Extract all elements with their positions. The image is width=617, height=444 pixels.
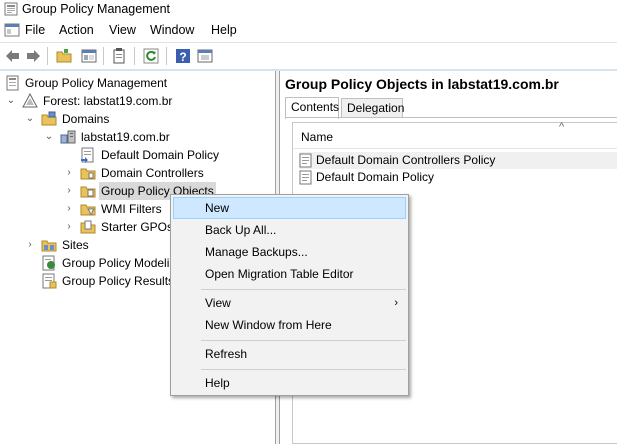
collapse-chevron-icon[interactable]: ⌄ bbox=[25, 110, 35, 128]
page-title: Group Policy Objects in labstat19.com.br bbox=[285, 76, 559, 92]
list-header[interactable]: Name ^ bbox=[293, 121, 617, 149]
tree-label: WMI Filters bbox=[101, 202, 162, 216]
menu-item-view-label: View bbox=[205, 296, 231, 310]
modeling-icon bbox=[42, 255, 55, 271]
results-icon bbox=[42, 273, 57, 289]
menu-item-open-migration-table-editor[interactable]: Open Migration Table Editor bbox=[173, 263, 406, 285]
show-hide-tree-icon[interactable] bbox=[80, 47, 98, 65]
starter-gpo-icon bbox=[80, 220, 96, 234]
tree-label: Domain Controllers bbox=[101, 166, 204, 180]
column-header-name[interactable]: Name bbox=[301, 130, 333, 144]
toolbar-separator bbox=[134, 47, 135, 65]
tree-label: Group Policy Results bbox=[62, 274, 175, 288]
menu-item-view[interactable]: View › bbox=[173, 292, 406, 314]
expand-chevron-icon[interactable]: › bbox=[64, 218, 74, 236]
menu-separator bbox=[201, 369, 406, 370]
submenu-arrow-icon: › bbox=[394, 297, 398, 309]
menu-action[interactable]: Action bbox=[59, 23, 94, 37]
menu-help[interactable]: Help bbox=[211, 23, 237, 37]
ou-folder-icon bbox=[80, 168, 96, 180]
svg-text:?: ? bbox=[179, 50, 186, 64]
collapse-chevron-icon[interactable]: ⌄ bbox=[44, 128, 54, 146]
list-item[interactable]: Default Domain Controllers Policy bbox=[299, 152, 617, 169]
menu-item-back-up-all[interactable]: Back Up All... bbox=[173, 219, 406, 241]
tab-divider bbox=[285, 117, 617, 118]
tree-label: Starter GPOs bbox=[101, 220, 174, 234]
wmi-folder-icon bbox=[80, 204, 96, 216]
console-menu-icon[interactable] bbox=[4, 23, 20, 37]
forest-icon bbox=[22, 93, 38, 108]
domain-icon bbox=[60, 130, 76, 144]
expand-chevron-icon[interactable]: › bbox=[25, 236, 35, 254]
tree-label: Sites bbox=[62, 238, 89, 252]
list-item-label: Default Domain Controllers Policy bbox=[316, 153, 496, 167]
toolbar-separator bbox=[103, 47, 104, 65]
menu-bar: File Action View Window Help bbox=[0, 20, 617, 41]
forward-icon[interactable] bbox=[24, 47, 42, 65]
menu-item-refresh[interactable]: Refresh bbox=[173, 343, 406, 365]
toolbar-separator bbox=[166, 47, 167, 65]
collapse-chevron-icon[interactable]: ⌄ bbox=[6, 92, 16, 110]
menu-file[interactable]: File bbox=[25, 23, 45, 37]
tree-label: Domains bbox=[62, 112, 110, 126]
sites-icon bbox=[41, 240, 57, 252]
list-item[interactable]: Default Domain Policy bbox=[299, 169, 617, 186]
tree-label: labstat19.com.br bbox=[81, 130, 170, 144]
window-title: Group Policy Management bbox=[22, 2, 170, 16]
tree-label: Group Policy Modeli bbox=[62, 256, 170, 270]
menu-separator bbox=[201, 340, 406, 341]
gpmc-app-icon bbox=[4, 2, 18, 16]
menu-item-new[interactable]: New bbox=[173, 197, 406, 219]
tab-delegation[interactable]: Delegation bbox=[341, 98, 404, 118]
menu-item-manage-backups[interactable]: Manage Backups... bbox=[173, 241, 406, 263]
expand-chevron-icon[interactable]: › bbox=[64, 200, 74, 218]
folder-icon[interactable] bbox=[55, 47, 73, 65]
menu-window[interactable]: Window bbox=[150, 23, 194, 37]
context-menu: New Back Up All... Manage Backups... Ope… bbox=[170, 194, 409, 396]
gpo-icon bbox=[299, 153, 312, 168]
gpo-icon bbox=[299, 170, 312, 185]
tree-label: Forest: labstat19.com.br bbox=[43, 94, 173, 108]
gpo-folder-icon bbox=[80, 186, 96, 198]
domains-folder-icon bbox=[41, 111, 57, 126]
help-icon[interactable]: ? bbox=[174, 47, 192, 65]
menu-item-help[interactable]: Help bbox=[173, 372, 406, 394]
refresh-icon[interactable] bbox=[142, 47, 160, 65]
properties-icon[interactable] bbox=[110, 47, 128, 65]
expand-chevron-icon[interactable]: › bbox=[64, 164, 74, 182]
sort-ascending-icon: ^ bbox=[559, 121, 565, 133]
gpo-link-icon bbox=[81, 147, 94, 163]
toolbar-separator bbox=[47, 47, 48, 65]
menu-view[interactable]: View bbox=[109, 23, 136, 37]
tree-label: Group Policy Management bbox=[25, 76, 168, 90]
tree-label: Default Domain Policy bbox=[101, 148, 220, 162]
menu-separator bbox=[201, 289, 406, 290]
expand-chevron-icon[interactable]: › bbox=[64, 182, 74, 200]
toolbar: ? bbox=[0, 42, 617, 68]
gpmc-icon bbox=[6, 75, 19, 91]
console-icon[interactable] bbox=[196, 47, 214, 65]
menu-item-new-window[interactable]: New Window from Here bbox=[173, 314, 406, 336]
tab-contents[interactable]: Contents bbox=[285, 97, 339, 119]
title-bar: Group Policy Management bbox=[0, 0, 617, 20]
list-item-label: Default Domain Policy bbox=[316, 170, 435, 184]
back-icon[interactable] bbox=[4, 47, 22, 65]
